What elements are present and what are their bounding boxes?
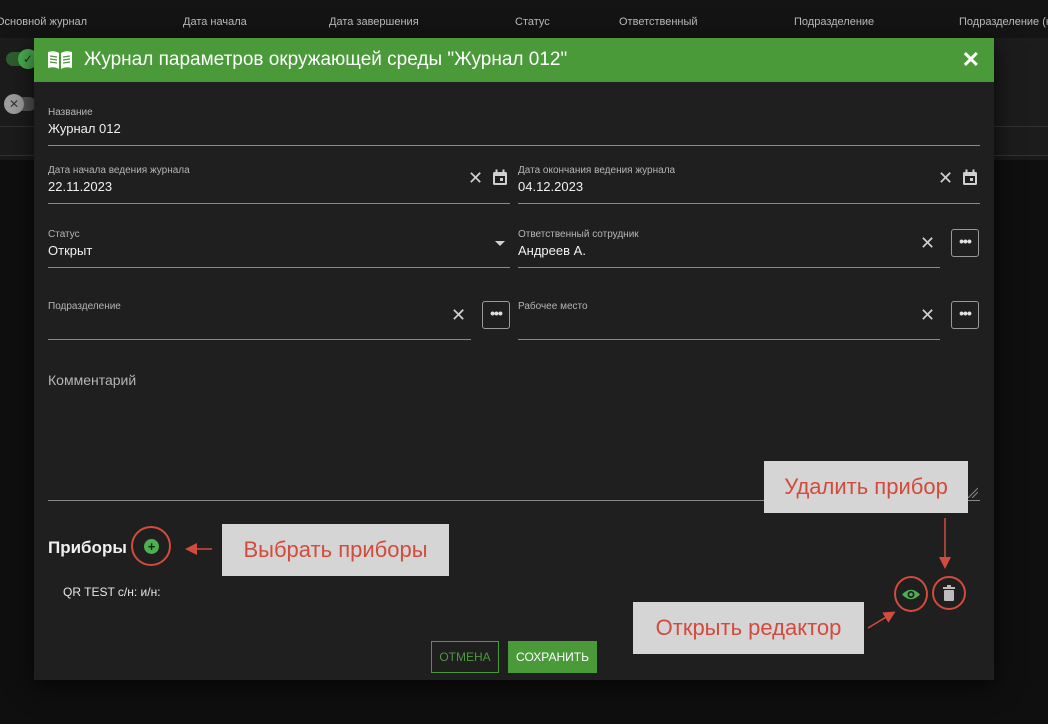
field-underline [48, 267, 510, 268]
workplace-label: Рабочее место [518, 301, 588, 312]
start-date-label: Дата начала ведения журнала [48, 165, 190, 176]
annotation-select-devices: Выбрать приборы [222, 524, 449, 576]
close-icon[interactable]: ✕ [962, 47, 980, 73]
save-button[interactable]: СОХРАНИТЬ [508, 641, 597, 673]
clear-icon[interactable]: ✕ [920, 305, 935, 326]
clear-icon[interactable]: ✕ [920, 233, 935, 254]
column-header[interactable]: Дата завершения [329, 16, 419, 28]
responsible-label: Ответственный сотрудник [518, 229, 639, 240]
annotation-highlight [894, 576, 928, 612]
name-label: Название [48, 107, 93, 118]
select-workplace-button[interactable]: ••• [951, 301, 979, 329]
annotation-highlight: + [131, 526, 171, 566]
end-date-value: 04.12.2023 [518, 179, 584, 194]
field-underline [48, 203, 510, 204]
department-field[interactable]: Подразделение ✕ [48, 298, 471, 340]
start-date-value: 22.11.2023 [48, 179, 113, 194]
main-journal-toggle[interactable]: ✓ [6, 49, 38, 69]
status-select[interactable]: Статус Открыт [48, 226, 510, 268]
cancel-button[interactable]: ОТМЕНА [431, 641, 499, 673]
annotation-delete-device: Удалить прибор [764, 461, 968, 513]
cross-icon: ✕ [4, 94, 24, 114]
trash-icon[interactable] [943, 585, 955, 601]
field-underline [518, 267, 940, 268]
status-label: Статус [48, 229, 80, 240]
name-value: Журнал 012 [48, 121, 121, 136]
comment-textarea[interactable]: Комментарий [48, 372, 136, 388]
workplace-field[interactable]: Рабочее место ✕ [518, 298, 940, 340]
column-header[interactable]: Статус [515, 16, 550, 28]
table-header: Основной журнал Дата начала Дата заверше… [0, 0, 1048, 39]
calendar-icon[interactable] [492, 169, 508, 186]
field-underline [518, 339, 940, 340]
responsible-field[interactable]: Ответственный сотрудник Андреев А. ✕ [518, 226, 940, 268]
department-label: Подразделение [48, 301, 121, 312]
calendar-icon[interactable] [962, 169, 978, 186]
field-underline [518, 203, 980, 204]
book-icon [48, 51, 72, 69]
start-date-field[interactable]: Дата начала ведения журнала 22.11.2023 ✕ [48, 162, 510, 204]
dialog-header: Журнал параметров окружающей среды "Журн… [34, 38, 994, 82]
clear-icon[interactable]: ✕ [451, 305, 466, 326]
dialog-title: Журнал параметров окружающей среды "Журн… [84, 49, 568, 70]
status-value: Открыт [48, 243, 93, 258]
clear-icon[interactable]: ✕ [468, 168, 483, 189]
add-device-button[interactable]: + [144, 539, 159, 554]
list-item: QR TEST с/н: и/н: [63, 585, 161, 599]
field-underline [48, 145, 980, 146]
annotation-open-editor: Открыть редактор [633, 602, 864, 654]
end-date-field[interactable]: Дата окончания ведения журнала 04.12.202… [518, 162, 980, 204]
field-underline [48, 339, 471, 340]
dropdown-arrow-icon[interactable] [495, 241, 505, 246]
column-header[interactable]: Основной журнал [0, 16, 87, 28]
annotation-highlight [932, 576, 966, 610]
responsible-value: Андреев А. [518, 243, 586, 258]
name-field[interactable]: Название Журнал 012 [48, 104, 980, 146]
column-header[interactable]: Ответственный [619, 16, 698, 28]
select-responsible-button[interactable]: ••• [951, 229, 979, 257]
column-header[interactable]: Дата начала [183, 16, 247, 28]
devices-heading: Приборы [48, 538, 127, 557]
end-date-label: Дата окончания ведения журнала [518, 165, 676, 176]
journal-dialog: Журнал параметров окружающей среды "Журн… [34, 38, 994, 680]
column-header[interactable]: Подразделение (к [959, 16, 1048, 28]
eye-icon[interactable] [901, 588, 921, 601]
select-department-button[interactable]: ••• [482, 301, 510, 329]
clear-icon[interactable]: ✕ [938, 168, 953, 189]
column-header[interactable]: Подразделение [794, 16, 874, 28]
main-journal-toggle[interactable]: ✕ [4, 94, 36, 114]
